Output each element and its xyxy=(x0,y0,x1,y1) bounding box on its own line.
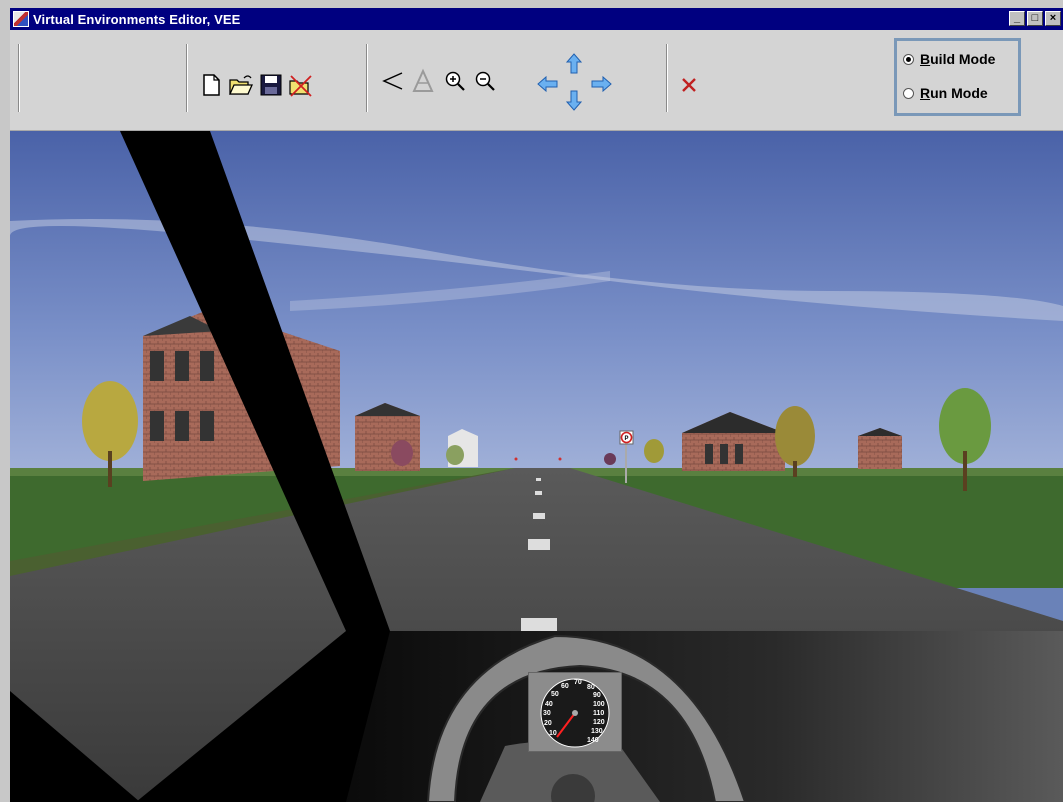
zoom-in-icon[interactable] xyxy=(442,68,468,94)
speed-tick: 100 xyxy=(593,701,605,708)
speed-tick: 40 xyxy=(545,701,553,708)
run-mode-label: un Mode xyxy=(930,85,988,101)
run-mode-mnemonic: R xyxy=(920,85,931,101)
red-x-icon[interactable] xyxy=(676,72,702,98)
speed-tick: 120 xyxy=(593,719,605,726)
toolbar-separator xyxy=(18,44,20,112)
speed-tick: 20 xyxy=(544,720,552,727)
build-mode-radio[interactable]: Build Mode xyxy=(903,51,995,67)
toolbar-separator xyxy=(666,44,668,112)
run-mode-radio[interactable]: Run Mode xyxy=(903,85,988,101)
window-controls: _ □ × xyxy=(1009,11,1061,26)
toolbar: Build Mode Run Mode xyxy=(10,30,1063,131)
new-file-icon[interactable] xyxy=(198,72,224,98)
title-bar[interactable]: Virtual Environments Editor, VEE _ □ × xyxy=(10,8,1063,30)
mode-selector: Build Mode Run Mode xyxy=(894,38,1021,116)
window-title: Virtual Environments Editor, VEE xyxy=(33,11,241,27)
speedometer-dial: 10 20 30 40 50 60 70 80 90 100 110 120 1… xyxy=(540,678,610,748)
maximize-button[interactable]: □ xyxy=(1027,11,1043,26)
radio-checked-icon xyxy=(903,53,914,65)
speed-tick: 60 xyxy=(561,683,569,690)
toolbar-separator xyxy=(186,44,188,112)
speed-tick: 90 xyxy=(593,692,601,699)
close-button[interactable]: × xyxy=(1045,11,1061,26)
arrow-down-icon[interactable] xyxy=(561,87,587,113)
speedometer: 10 20 30 40 50 60 70 80 90 100 110 120 1… xyxy=(528,672,622,752)
scene-viewport[interactable]: P 10 20 30 40 50 60 70 80 90 100 110 120… xyxy=(10,131,1063,802)
minimize-icon: _ xyxy=(1013,12,1021,24)
app-icon xyxy=(13,11,29,27)
sign-label: P xyxy=(624,436,628,442)
close-file-icon[interactable] xyxy=(288,72,314,98)
speed-tick: 130 xyxy=(591,728,603,735)
maximize-icon: □ xyxy=(1031,12,1039,24)
speed-tick: 10 xyxy=(549,730,557,737)
speed-tick: 50 xyxy=(551,691,559,698)
speed-tick: 110 xyxy=(593,710,604,717)
speed-tick: 140 xyxy=(587,737,599,744)
arrow-right-icon[interactable] xyxy=(588,71,614,97)
build-mode-label: uild Mode xyxy=(930,51,996,67)
arrow-left-icon[interactable] xyxy=(535,71,561,97)
radio-unchecked-icon xyxy=(903,87,914,99)
close-icon: × xyxy=(1049,12,1057,24)
toolbar-separator xyxy=(366,44,368,112)
zoom-out-icon[interactable] xyxy=(472,68,498,94)
triangle-a-icon[interactable] xyxy=(410,68,436,94)
open-folder-icon[interactable] xyxy=(228,72,254,98)
speed-tick: 70 xyxy=(574,679,582,686)
speed-tick: 30 xyxy=(543,710,551,717)
save-disk-icon[interactable] xyxy=(258,72,284,98)
minimize-button[interactable]: _ xyxy=(1009,11,1025,26)
build-mode-mnemonic: B xyxy=(920,51,931,67)
speed-tick: 80 xyxy=(587,684,595,691)
select-angle-icon[interactable] xyxy=(380,68,406,94)
arrow-up-icon[interactable] xyxy=(561,51,587,77)
app-window: Virtual Environments Editor, VEE _ □ × B… xyxy=(0,0,1063,802)
